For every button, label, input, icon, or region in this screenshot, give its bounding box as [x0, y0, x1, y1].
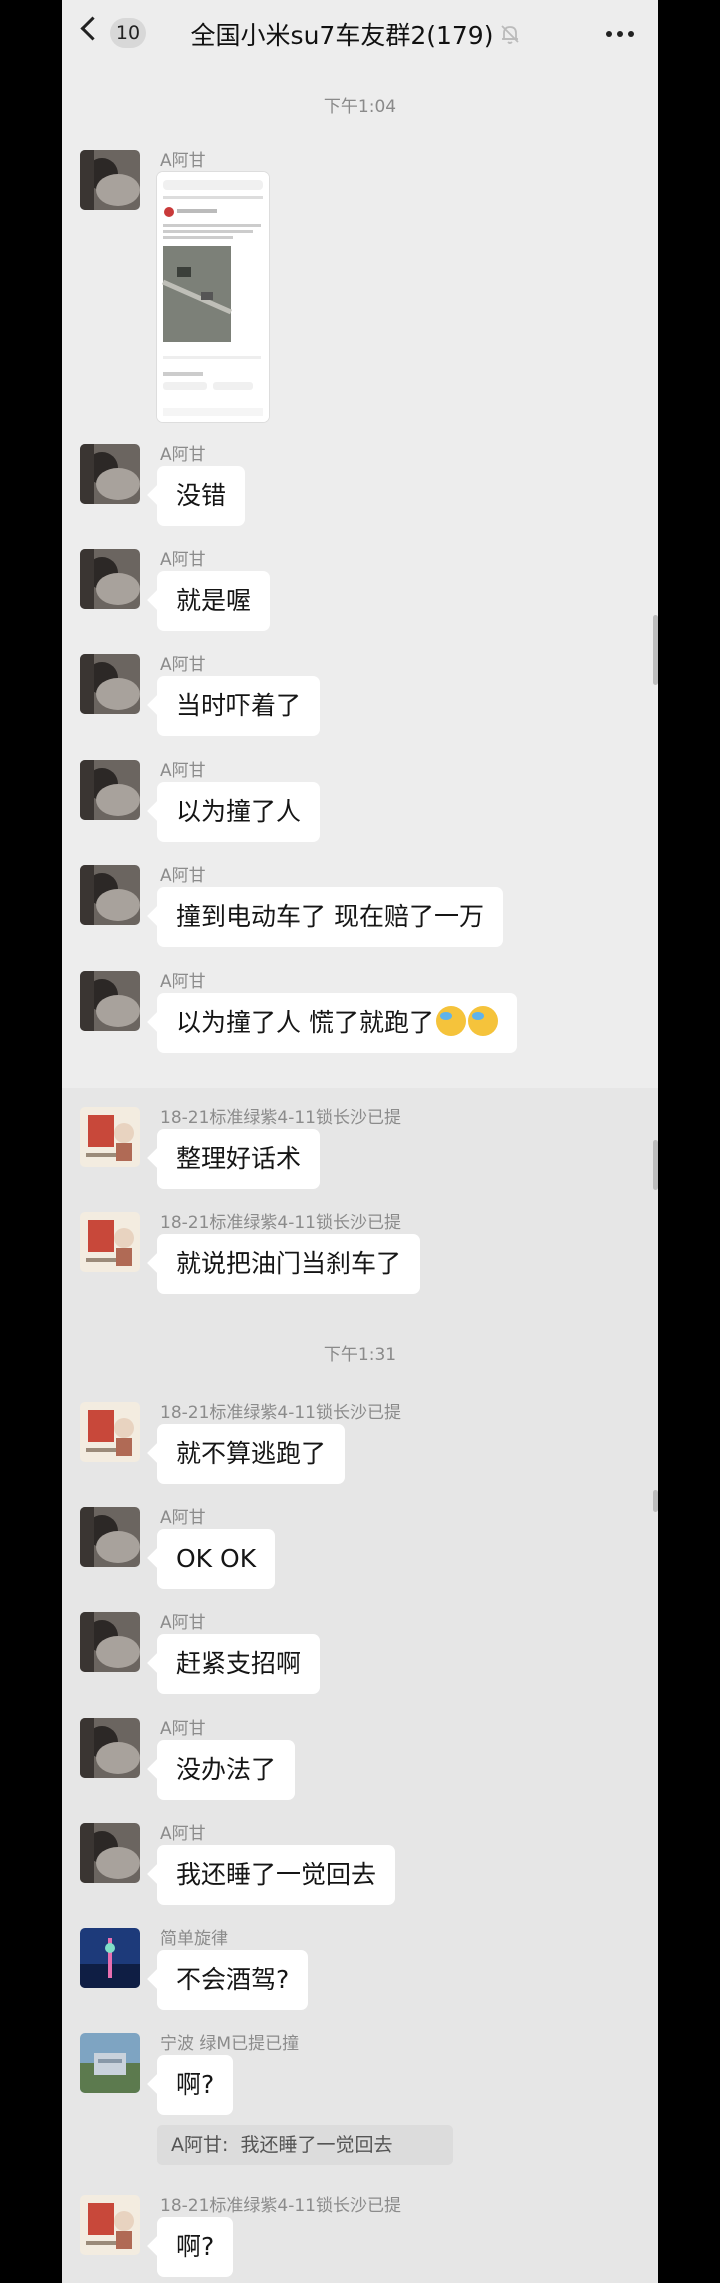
sender-name: A阿甘 [160, 445, 206, 465]
message-bubble[interactable]: 就是喔 [157, 571, 271, 631]
avatar[interactable] [80, 654, 140, 714]
avatar[interactable] [80, 150, 140, 210]
shared-screenshot-image[interactable] [157, 172, 269, 422]
sender-name: A阿甘 [160, 1824, 206, 1844]
timestamp: 下午1:04 [323, 97, 397, 117]
avatar[interactable] [80, 1928, 140, 1988]
avatar[interactable] [80, 760, 140, 820]
sender-name: A阿甘 [160, 151, 206, 171]
quoted-message[interactable]: A阿甘: 我还睡了一觉回去 [157, 2125, 453, 2165]
message-bubble[interactable]: 赶紧支招啊 [157, 1634, 321, 1694]
sender-name: A阿甘 [160, 655, 206, 675]
avatar[interactable] [80, 1718, 140, 1778]
tears-of-joy-emoji-icon [435, 1006, 466, 1036]
message-bubble[interactable]: 啊? [157, 2055, 234, 2115]
sender-name: A阿甘 [160, 1719, 206, 1739]
avatar[interactable] [80, 1612, 140, 1672]
message-bubble[interactable]: 不会酒驾? [157, 1950, 309, 2010]
message-bubble[interactable]: 整理好话术 [157, 1129, 321, 1189]
avatar[interactable] [80, 549, 140, 609]
avatar[interactable] [80, 2195, 140, 2255]
message-bubble[interactable]: 以为撞了人 [157, 782, 321, 842]
sender-name: 宁波 绿M已提已撞 [160, 2034, 300, 2054]
avatar[interactable] [80, 444, 140, 504]
sender-name: 18-21标准绿紫4-11锁长沙已提 [160, 1403, 401, 1423]
tears-of-joy-emoji-icon [467, 1006, 498, 1036]
avatar[interactable] [80, 1823, 140, 1883]
message-bubble[interactable]: 撞到电动车了 现在赔了一万 [157, 887, 503, 947]
avatar[interactable] [80, 1402, 140, 1462]
message-bubble[interactable]: 啊? [157, 2217, 234, 2277]
avatar[interactable] [80, 1107, 140, 1167]
scrollbar-thumb[interactable] [653, 1490, 658, 1512]
quoted-author: A阿甘: [171, 2134, 229, 2156]
sender-name: A阿甘 [160, 761, 206, 781]
message-bubble[interactable]: 就说把油门当刹车了 [157, 1234, 421, 1294]
bell-muted-icon [501, 25, 519, 44]
avatar[interactable] [80, 971, 140, 1031]
message-bubble[interactable]: OK OK [157, 1529, 276, 1589]
message-bubble[interactable]: 当时吓着了 [157, 676, 321, 736]
timestamp: 下午1:31 [323, 1345, 397, 1365]
sender-name: A阿甘 [160, 550, 206, 570]
avatar[interactable] [80, 1212, 140, 1272]
sender-name: A阿甘 [160, 1613, 206, 1633]
quoted-text: 我还睡了一觉回去 [240, 2134, 393, 2156]
message-bubble[interactable]: 没错 [157, 466, 246, 526]
scrollbar-thumb[interactable] [653, 1140, 658, 1190]
avatar[interactable] [80, 2033, 140, 2093]
sender-name: A阿甘 [160, 972, 206, 992]
message-text: 以为撞了人 慌了就跑了 [176, 1008, 434, 1037]
avatar[interactable] [80, 865, 140, 925]
message-bubble[interactable]: 我还睡了一觉回去 [157, 1845, 396, 1905]
chat-header: 10 全国小米su7车友群2(179) [62, 0, 658, 68]
sender-name: 18-21标准绿紫4-11锁长沙已提 [160, 1108, 401, 1128]
message-bubble[interactable]: 以为撞了人 慌了就跑了 [157, 993, 517, 1053]
message-bubble[interactable]: 没办法了 [157, 1740, 296, 1800]
sender-name: 18-21标准绿紫4-11锁长沙已提 [160, 1213, 401, 1233]
chat-title: 全国小米su7车友群2(179) [190, 21, 494, 50]
chevron-left-icon[interactable] [80, 16, 105, 41]
unread-count-badge[interactable]: 10 [110, 18, 146, 48]
avatar[interactable] [80, 1507, 140, 1567]
sender-name: A阿甘 [160, 866, 206, 886]
scrollbar-thumb[interactable] [653, 615, 658, 685]
sender-name: 简单旋律 [160, 1929, 228, 1949]
sender-name: A阿甘 [160, 1508, 206, 1528]
message-bubble[interactable]: 就不算逃跑了 [157, 1424, 346, 1484]
sender-name: 18-21标准绿紫4-11锁长沙已提 [160, 2196, 401, 2216]
chat-window: 10 全国小米su7车友群2(179) 下午1:04 A阿甘 A阿甘 没错 A阿… [62, 0, 658, 2283]
more-icon[interactable] [604, 22, 636, 46]
